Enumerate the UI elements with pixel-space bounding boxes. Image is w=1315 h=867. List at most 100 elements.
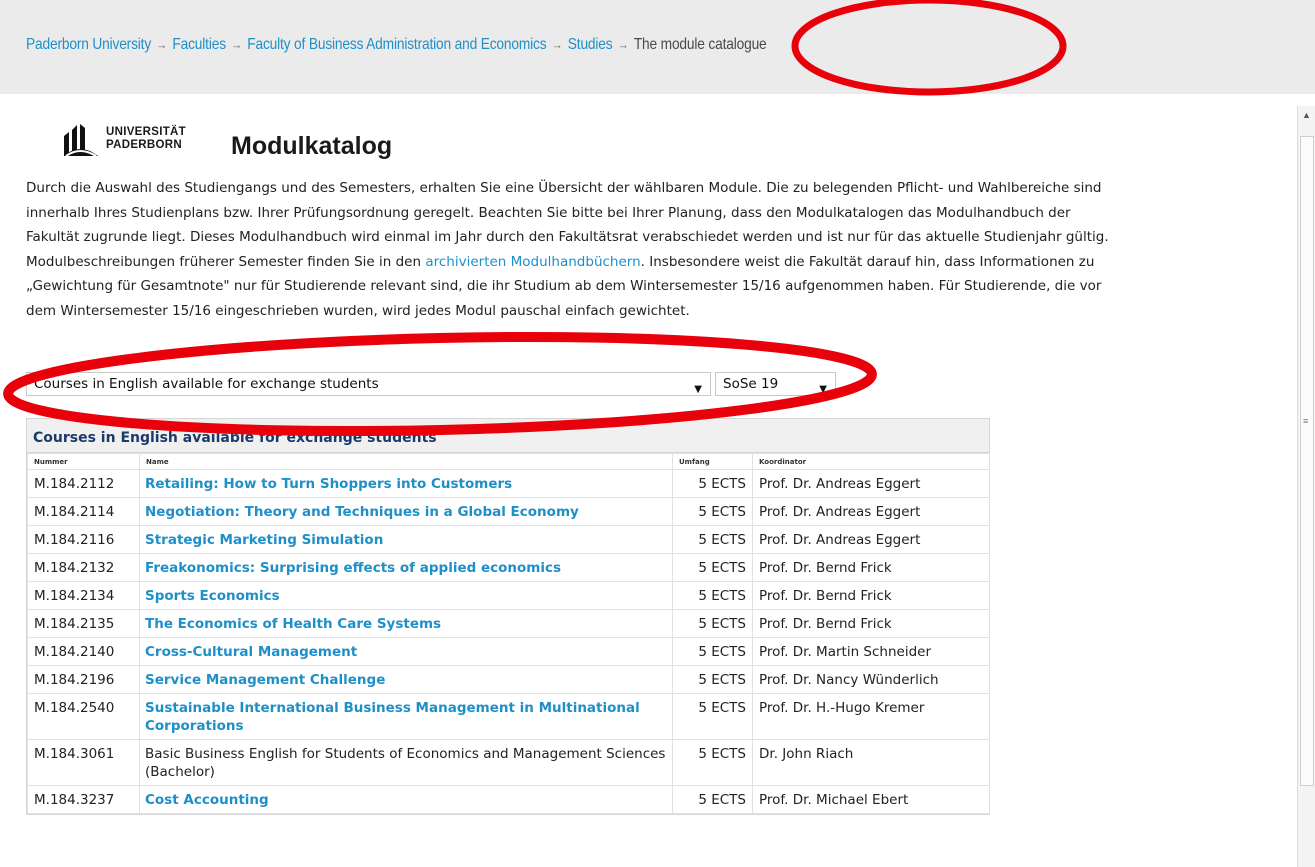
table-cell: 5 ECTS bbox=[672, 665, 753, 694]
table-cell: 5 ECTS bbox=[672, 637, 753, 666]
semester-select[interactable]: SoSe 19 ▼ bbox=[715, 372, 836, 396]
module-name-link[interactable]: Sports Economics bbox=[145, 588, 280, 604]
program-select-value: Courses in English available for exchang… bbox=[34, 376, 379, 392]
chevron-down-icon: ▼ bbox=[694, 384, 702, 395]
table-cell: Negotiation: Theory and Techniques in a … bbox=[139, 497, 673, 526]
module-number: M.184.2140 bbox=[34, 644, 115, 660]
table-cell: M.184.2135 bbox=[27, 609, 140, 638]
table-cell: 5 ECTS bbox=[672, 693, 753, 740]
module-table: Nummer Name Umfang Koordinator M.184.211… bbox=[27, 453, 990, 814]
column-header-number[interactable]: Nummer bbox=[27, 453, 140, 470]
module-coordinator: Prof. Dr. Michael Ebert bbox=[759, 792, 909, 808]
table-cell: 5 ECTS bbox=[672, 497, 753, 526]
module-number: M.184.2116 bbox=[34, 532, 115, 548]
module-number: M.184.2132 bbox=[34, 560, 115, 576]
module-coordinator: Prof. Dr. H.-Hugo Kremer bbox=[759, 700, 925, 716]
table-row: M.184.3237 Cost Accounting 5 ECTS Prof. Dr.… bbox=[27, 785, 990, 814]
scrollbar-thumb[interactable]: ≡ bbox=[1300, 136, 1314, 786]
module-name-link[interactable]: Strategic Marketing Simulation bbox=[145, 532, 383, 548]
breadcrumb: Paderborn University → Faculties → Faculty o… bbox=[26, 36, 767, 54]
table-row: M.184.2196 Service Management Challenge 5 … bbox=[27, 665, 990, 694]
module-name-link[interactable]: Retailing: How to Turn Shoppers into Cus… bbox=[145, 476, 512, 492]
table-cell: Cross-Cultural Management bbox=[139, 637, 673, 666]
column-header-coordinator[interactable]: Koordinator bbox=[752, 453, 990, 470]
logo-line-2: PADERBORN bbox=[106, 139, 182, 151]
module-name-link[interactable]: Service Management Challenge bbox=[145, 672, 385, 688]
table-cell: M.184.2132 bbox=[27, 553, 140, 582]
intro-paragraph: Durch die Auswahl des Studiengangs und d… bbox=[26, 176, 1116, 323]
chevron-down-icon: ▼ bbox=[819, 384, 827, 395]
breadcrumb-separator: → bbox=[156, 37, 168, 52]
module-name-link[interactable]: Cost Accounting bbox=[145, 792, 269, 808]
module-name-link[interactable]: Sustainable International Business Manag… bbox=[145, 700, 640, 734]
module-number: M.184.2134 bbox=[34, 588, 115, 604]
column-header-name[interactable]: Name bbox=[139, 453, 673, 470]
module-ects: 5 ECTS bbox=[698, 616, 746, 632]
module-coordinator: Prof. Dr. Martin Schneider bbox=[759, 644, 932, 660]
table-cell: Prof. Dr. Bernd Frick bbox=[752, 553, 990, 582]
table-cell: Prof. Dr. Bernd Frick bbox=[752, 581, 990, 610]
table-row: M.184.3061 Basic Business English for Stu… bbox=[27, 739, 990, 786]
scroll-up-arrow-icon[interactable]: ▲ bbox=[1302, 110, 1311, 120]
module-coordinator: Prof. Dr. Andreas Eggert bbox=[759, 476, 921, 492]
table-cell: 5 ECTS bbox=[672, 581, 753, 610]
module-ects: 5 ECTS bbox=[698, 588, 746, 604]
breadcrumb-link-faculties[interactable]: Faculties bbox=[172, 36, 226, 53]
table-cell: M.184.2134 bbox=[27, 581, 140, 610]
module-name-link[interactable]: The Economics of Health Care Systems bbox=[145, 616, 441, 632]
table-cell: M.184.2112 bbox=[27, 469, 140, 498]
module-name-link[interactable]: Negotiation: Theory and Techniques in a … bbox=[145, 504, 579, 520]
table-cell: M.184.2116 bbox=[27, 525, 140, 554]
table-row: M.184.2112 Retailing: How to Turn Shopper… bbox=[27, 469, 990, 498]
module-number: M.184.3237 bbox=[34, 792, 115, 808]
module-name: Basic Business English for Students of E… bbox=[145, 746, 666, 780]
breadcrumb-separator: → bbox=[617, 37, 629, 52]
module-name-link[interactable]: Freakonomics: Surprising effects of appl… bbox=[145, 560, 561, 576]
module-coordinator: Prof. Dr. Andreas Eggert bbox=[759, 532, 921, 548]
semester-select-value: SoSe 19 bbox=[723, 376, 779, 392]
table-cell: 5 ECTS bbox=[672, 469, 753, 498]
table-row: M.184.2132 Freakonomics: Surprising effec… bbox=[27, 553, 990, 582]
module-ects: 5 ECTS bbox=[698, 476, 746, 492]
logo-line-1: UNIVERSITÄT bbox=[106, 126, 186, 138]
module-number: M.184.2114 bbox=[34, 504, 115, 520]
breadcrumb-separator: → bbox=[231, 37, 243, 52]
table-cell: The Economics of Health Care Systems bbox=[139, 609, 673, 638]
table-cell: Prof. Dr. Bernd Frick bbox=[752, 609, 990, 638]
table-cell: 5 ECTS bbox=[672, 553, 753, 582]
table-row: M.184.2114 Negotiation: Theory and Techni… bbox=[27, 497, 990, 526]
module-number: M.184.2112 bbox=[34, 476, 115, 492]
table-cell: M.184.2540 bbox=[27, 693, 140, 740]
table-cell: M.184.2196 bbox=[27, 665, 140, 694]
breadcrumb-separator: → bbox=[551, 37, 563, 52]
table-cell: Service Management Challenge bbox=[139, 665, 673, 694]
table-caption: Courses in English available for exchang… bbox=[27, 419, 989, 453]
table-cell: Retailing: How to Turn Shoppers into Cus… bbox=[139, 469, 673, 498]
table-cell: Basic Business English for Students of E… bbox=[139, 739, 673, 786]
program-select[interactable]: Courses in English available for exchang… bbox=[26, 372, 711, 396]
module-name-link[interactable]: Cross-Cultural Management bbox=[145, 644, 357, 660]
breadcrumb-current: The module catalogue bbox=[633, 36, 767, 53]
table-cell: Freakonomics: Surprising effects of appl… bbox=[139, 553, 673, 582]
archive-link[interactable]: archivierten Modulhandbüchern bbox=[425, 254, 640, 270]
module-number: M.184.2540 bbox=[34, 700, 115, 716]
table-cell: Sports Economics bbox=[139, 581, 673, 610]
breadcrumb-link-faculty[interactable]: Faculty of Business Administration and E… bbox=[247, 36, 546, 53]
module-coordinator: Prof. Dr. Bernd Frick bbox=[759, 588, 892, 604]
table-cell: M.184.3237 bbox=[27, 785, 140, 814]
breadcrumb-link-studies[interactable]: Studies bbox=[568, 36, 613, 53]
scroll-grip-icon: ≡ bbox=[1303, 416, 1309, 426]
table-cell: M.184.2114 bbox=[27, 497, 140, 526]
table-header-row: Nummer Name Umfang Koordinator bbox=[27, 453, 990, 470]
table-row: M.184.2134 Sports Economics 5 ECTS Prof. Dr… bbox=[27, 581, 990, 610]
module-coordinator: Prof. Dr. Bernd Frick bbox=[759, 616, 892, 632]
table-cell: Prof. Dr. Martin Schneider bbox=[752, 637, 990, 666]
vertical-scrollbar[interactable]: ▲ ≡ bbox=[1297, 106, 1315, 867]
column-header-scope[interactable]: Umfang bbox=[672, 453, 753, 470]
table-cell: Strategic Marketing Simulation bbox=[139, 525, 673, 554]
breadcrumb-link-university[interactable]: Paderborn University bbox=[26, 36, 151, 53]
table-cell: 5 ECTS bbox=[672, 785, 753, 814]
table-cell: M.184.3061 bbox=[27, 739, 140, 786]
table-cell: Prof. Dr. Andreas Eggert bbox=[752, 469, 990, 498]
module-ects: 5 ECTS bbox=[698, 700, 746, 716]
